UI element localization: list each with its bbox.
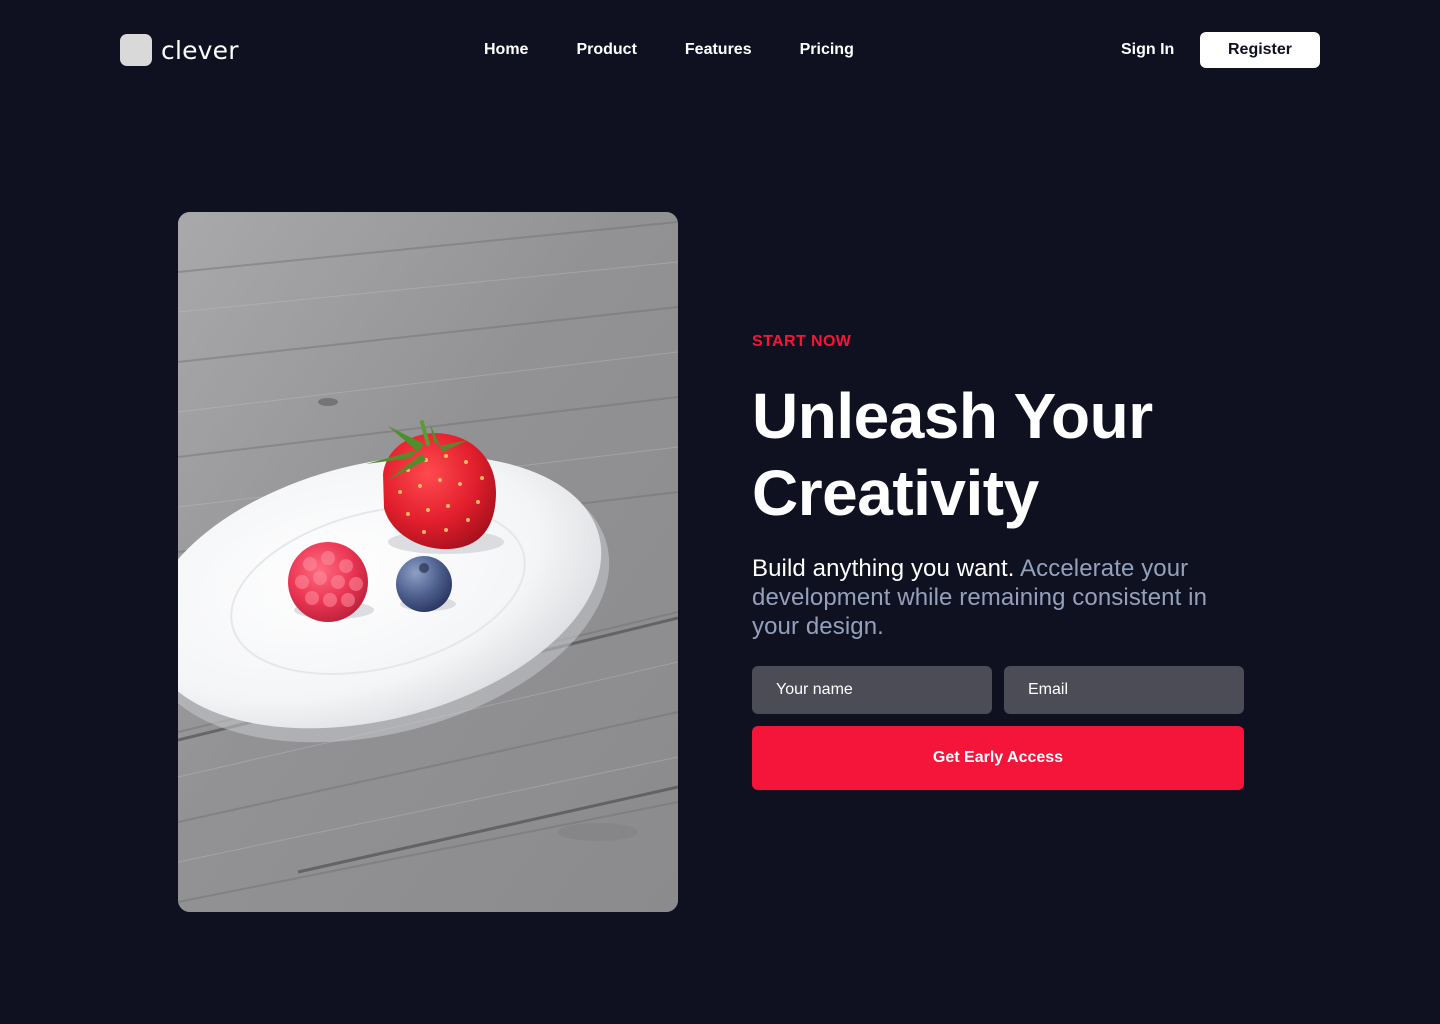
get-early-access-button[interactable]: Get Early Access — [752, 726, 1244, 790]
email-input[interactable] — [1004, 666, 1244, 714]
logo-icon — [120, 34, 152, 66]
hero-subtext: Build anything you want. Accelerate your… — [752, 554, 1252, 641]
nav-item-home[interactable]: Home — [484, 41, 528, 59]
fruit-plate-illustration — [178, 212, 678, 912]
headline-line-2: Creativity — [752, 457, 1039, 529]
register-button[interactable]: Register — [1200, 32, 1320, 68]
hero-image — [178, 212, 678, 912]
brand-logo-link[interactable]: clever — [120, 34, 239, 66]
brand-name: clever — [161, 35, 239, 65]
nav-item-product[interactable]: Product — [576, 41, 636, 59]
headline-line-1: Unleash Your — [752, 380, 1153, 452]
hero-eyebrow: START NOW — [752, 333, 852, 350]
landing-page: clever Home Product Features Pricing Sig… — [0, 0, 1440, 1024]
name-input[interactable] — [752, 666, 992, 714]
main-nav: Home Product Features Pricing — [484, 38, 854, 62]
subtext-lead: Build anything you want. — [752, 555, 1015, 582]
sign-in-link[interactable]: Sign In — [1121, 38, 1174, 62]
nav-item-pricing[interactable]: Pricing — [800, 41, 854, 59]
hero-headline: Unleash Your Creativity — [752, 378, 1312, 532]
nav-item-features[interactable]: Features — [685, 41, 752, 59]
